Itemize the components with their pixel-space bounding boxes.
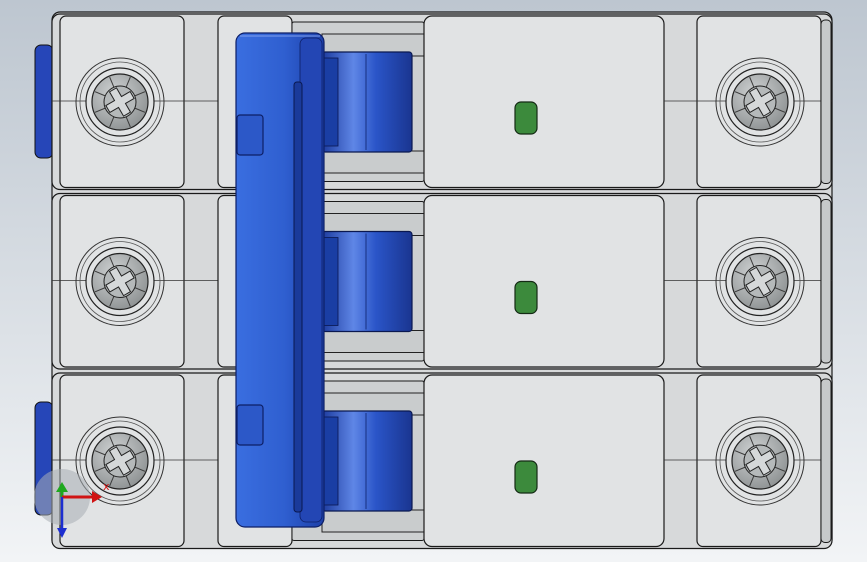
pole-1 [51,13,833,191]
front-face-panel [423,15,665,189]
pole-3 [51,372,833,550]
status-indicator [514,280,538,315]
status-indicator [514,460,538,494]
din-clip-top [34,44,54,159]
pole-2 [51,192,833,370]
handle-latch-bottom [236,404,264,446]
terminal-screw-left-1[interactable] [75,57,165,147]
terminal-screw-left-2[interactable] [75,237,165,326]
terminal-screw-right-2[interactable] [715,237,805,326]
terminal-screw-right-3[interactable] [715,416,805,506]
circuit-breaker-model[interactable] [0,0,867,562]
handle-latch-top [236,114,264,156]
terminal-screw-right-1[interactable] [715,57,805,147]
triad-x-label: x [103,480,110,493]
status-indicator [514,101,538,135]
cad-viewport[interactable]: x [0,0,867,562]
toggle-handle[interactable] [235,32,325,528]
front-face-panel [423,194,665,368]
front-face-panel [423,374,665,548]
